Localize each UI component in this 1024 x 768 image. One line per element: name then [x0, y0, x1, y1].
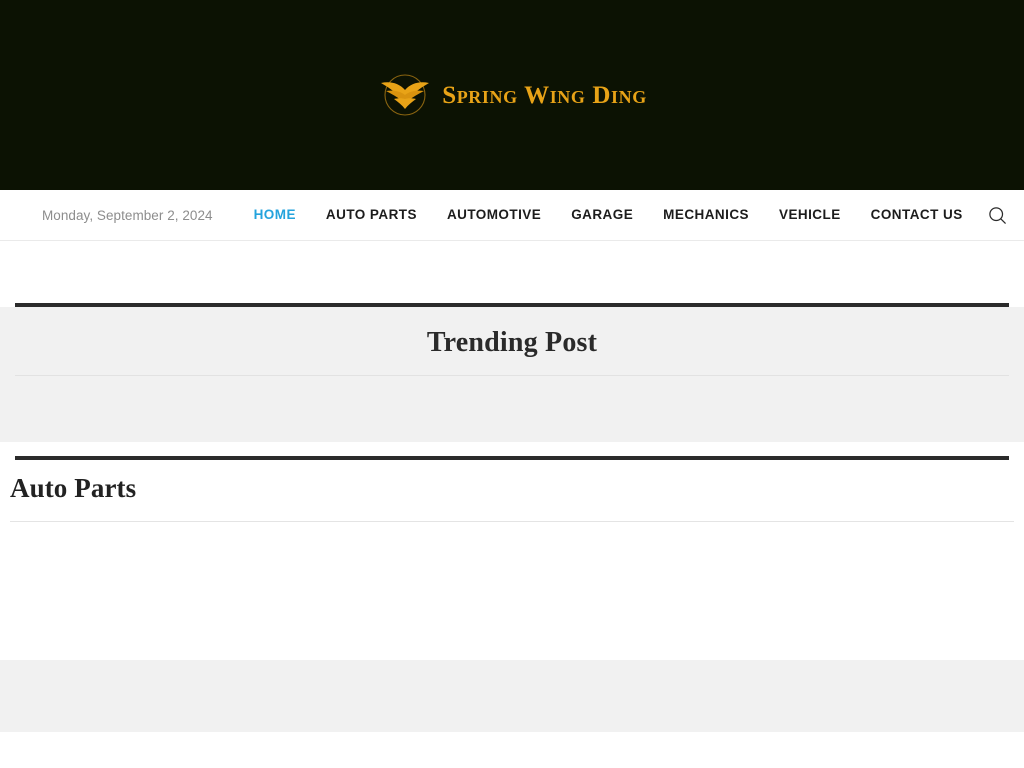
nav-link-garage[interactable]: Garage: [556, 207, 648, 222]
current-date-label: Monday, September 2, 2024: [42, 207, 213, 223]
footer-tail: [0, 731, 1024, 768]
footer-band: [0, 659, 1024, 732]
trending-post-panel: Trending Post: [0, 307, 1024, 442]
nav-item-garage[interactable]: Garage: [556, 206, 648, 224]
auto-parts-section: Auto Parts: [0, 447, 1024, 522]
site-logo-link[interactable]: Spring Wing Ding: [377, 70, 647, 120]
nav-item-vehicle[interactable]: Vehicle: [764, 206, 856, 224]
trending-post-divider: [15, 375, 1009, 376]
content-top-gap: [0, 241, 1024, 303]
category-posts-area: [0, 521, 1024, 660]
site-masthead: Spring Wing Ding: [0, 0, 1024, 190]
page-body: Trending Post Auto Parts: [0, 241, 1024, 768]
trending-post-heading: Trending Post: [426, 327, 598, 358]
nav-item-home[interactable]: Home: [239, 206, 311, 224]
nav-item-automotive[interactable]: Automotive: [432, 206, 556, 224]
nav-item-mechanics[interactable]: Mechanics: [648, 206, 764, 224]
nav-link-contact-us[interactable]: Contact Us: [856, 207, 978, 222]
main-navigation-bar: Monday, September 2, 2024 Home Auto Part…: [0, 190, 1024, 241]
nav-link-vehicle[interactable]: Vehicle: [764, 207, 856, 222]
nav-link-home[interactable]: Home: [239, 207, 311, 222]
trending-post-section: Trending Post: [0, 303, 1024, 442]
nav-link-mechanics[interactable]: Mechanics: [648, 207, 764, 222]
primary-menu: Home Auto Parts Automotive Garage Mechan…: [213, 206, 978, 224]
category-heading: Auto Parts: [10, 473, 137, 503]
nav-item-auto-parts[interactable]: Auto Parts: [311, 206, 432, 224]
nav-link-automotive[interactable]: Automotive: [432, 207, 556, 222]
golden-wings-emblem-icon: [377, 70, 433, 120]
nav-link-auto-parts[interactable]: Auto Parts: [311, 207, 432, 222]
nav-item-contact-us[interactable]: Contact Us: [856, 206, 978, 224]
site-logo-text: Spring Wing Ding: [442, 81, 647, 109]
search-icon[interactable]: [988, 206, 1007, 225]
